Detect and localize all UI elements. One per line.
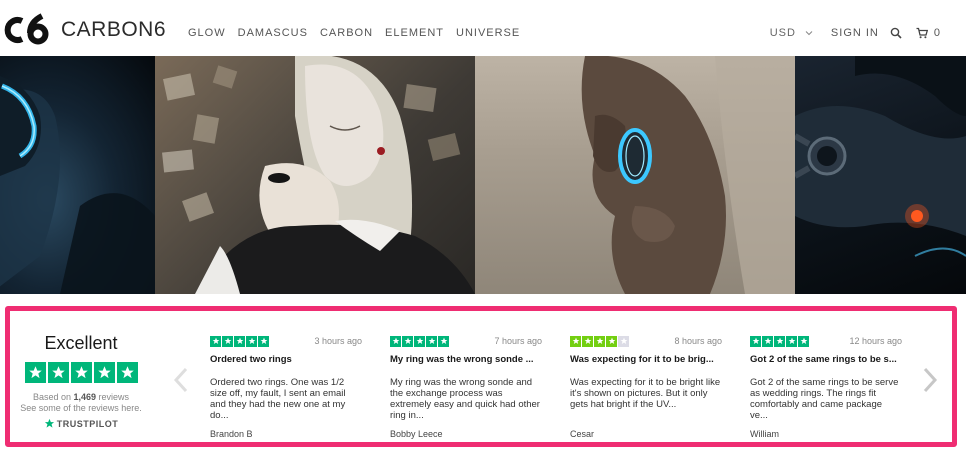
cart-icon[interactable] (916, 27, 928, 39)
trustpilot-logo[interactable]: TRUSTPILOT (20, 418, 142, 429)
main-nav: GLOW DAMASCUS CARBON ELEMENT UNIVERSE (188, 27, 520, 39)
review-stars (390, 335, 449, 347)
header-utilities: USD SIGN IN 0 (770, 27, 940, 39)
site-header: CARBON6 GLOW DAMASCUS CARBON ELEMENT UNI… (0, 0, 966, 56)
hero-image-watch[interactable] (795, 56, 966, 294)
chevron-left-icon[interactable] (172, 367, 190, 393)
see-reviews-link[interactable]: See some of the reviews here. (20, 403, 142, 413)
star-filled-icon (246, 335, 257, 347)
hero-image-glowing-ring-dark[interactable] (0, 56, 155, 294)
nav-item-damascus[interactable]: DAMASCUS (238, 27, 308, 39)
star-filled-icon (762, 335, 773, 347)
review-stars (210, 335, 269, 347)
star-filled-icon (570, 335, 581, 347)
nav-item-universe[interactable]: UNIVERSE (456, 27, 520, 39)
hero-image-strip (0, 56, 966, 294)
overall-star-rating[interactable] (20, 362, 142, 383)
star-icon (93, 362, 115, 383)
star-filled-icon (798, 335, 809, 347)
star-filled-icon (786, 335, 797, 347)
star-filled-icon (390, 335, 401, 347)
review-text: Got 2 of the same rings to be serve as w… (750, 377, 899, 421)
review-title[interactable]: Got 2 of the same rings to be s... (750, 354, 902, 365)
based-on-text[interactable]: Based on 1,469 reviews See some of the r… (20, 392, 142, 414)
hero-image-hand-glowing-ring[interactable] (475, 56, 795, 294)
currency-selector[interactable]: USD (770, 27, 796, 39)
star-filled-icon (426, 335, 437, 347)
cart-count[interactable]: 0 (934, 27, 940, 39)
star-filled-icon (210, 335, 221, 347)
review-text: Was expecting for it to be bright like i… (570, 377, 721, 410)
review-author: Bobby Leece (390, 429, 443, 439)
star-filled-icon (438, 335, 449, 347)
hand-with-ring-illustration (0, 76, 155, 294)
hand-ring-illustration (581, 56, 795, 294)
trustpilot-logo-text: TRUSTPILOT (56, 418, 119, 429)
review-time: 8 hours ago (674, 336, 722, 346)
review-card[interactable]: 7 hours ago My ring was the wrong sonde … (390, 335, 542, 439)
review-time: 12 hours ago (849, 336, 902, 346)
woman-portrait-illustration (162, 56, 475, 294)
star-icon (70, 362, 92, 383)
review-count: 1,469 (73, 392, 97, 402)
star-icon (116, 362, 138, 383)
review-card[interactable]: 12 hours ago Got 2 of the same rings to … (750, 335, 902, 439)
watch-illustration (795, 56, 966, 257)
review-title[interactable]: My ring was the wrong sonde ... (390, 354, 542, 365)
based-on-prefix: Based on (32, 392, 74, 402)
chevron-right-icon[interactable] (921, 367, 939, 393)
review-card[interactable]: 8 hours ago Was expecting for it to be b… (570, 335, 722, 439)
star-filled-icon (222, 335, 233, 347)
star-filled-icon (402, 335, 413, 347)
star-filled-icon (606, 335, 617, 347)
hero-image-woman-ring[interactable] (155, 56, 475, 294)
star-icon (24, 362, 46, 383)
sign-in-link[interactable]: SIGN IN (831, 27, 879, 39)
star-filled-icon (582, 335, 593, 347)
carbon6-logo[interactable] (4, 12, 50, 46)
review-text: My ring was the wrong sonde and the exch… (390, 377, 540, 421)
based-on-suffix: reviews (96, 392, 130, 402)
star-filled-icon (234, 335, 245, 347)
star-empty-icon (618, 335, 629, 347)
star-filled-icon (414, 335, 425, 347)
review-title[interactable]: Was expecting for it to be brig... (570, 354, 722, 365)
nav-item-glow[interactable]: GLOW (188, 27, 226, 39)
review-author: William (750, 429, 779, 439)
review-time: 3 hours ago (314, 336, 362, 346)
nav-item-carbon[interactable]: CARBON (320, 27, 373, 39)
chevron-down-icon[interactable] (804, 28, 814, 38)
review-stars (570, 335, 629, 347)
star-filled-icon (594, 335, 605, 347)
review-text: Ordered two rings. One was 1/2 size off,… (210, 377, 346, 421)
star-filled-icon (258, 335, 269, 347)
review-author: Cesar (570, 429, 595, 439)
trustpilot-summary: Excellent Based on 1,469 reviews See som… (20, 333, 142, 429)
star-filled-icon (774, 335, 785, 347)
rating-word: Excellent (44, 333, 118, 353)
review-card[interactable]: 3 hours ago Ordered two rings Ordered tw… (210, 335, 362, 439)
review-author: Brandon B (210, 429, 253, 439)
brand-name[interactable]: CARBON6 (61, 18, 166, 42)
search-icon[interactable] (890, 27, 902, 39)
review-title[interactable]: Ordered two rings (210, 354, 362, 365)
nav-item-element[interactable]: ELEMENT (385, 27, 444, 39)
review-stars (750, 335, 809, 347)
trustpilot-widget: Excellent Based on 1,469 reviews See som… (5, 306, 957, 447)
star-filled-icon (750, 335, 761, 347)
star-icon (47, 362, 69, 383)
trustpilot-star-icon (44, 418, 54, 428)
review-time: 7 hours ago (494, 336, 542, 346)
